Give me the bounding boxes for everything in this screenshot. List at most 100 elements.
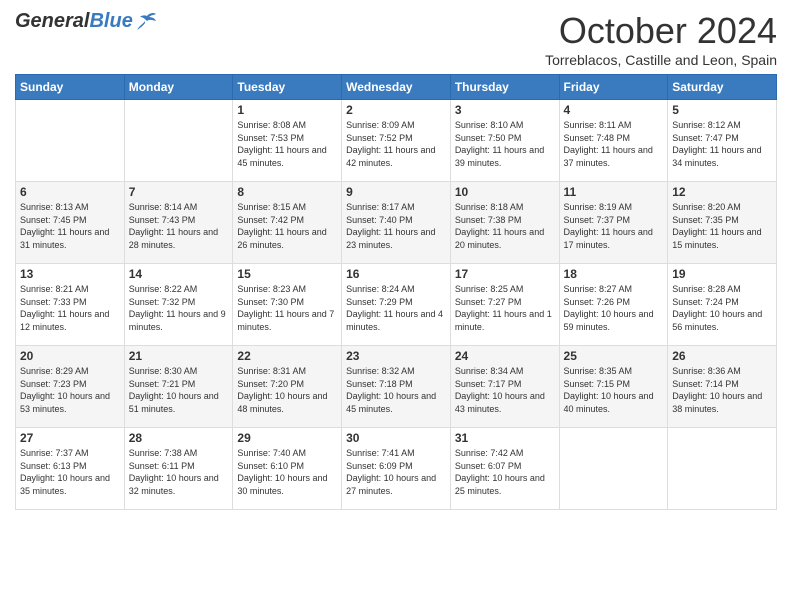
day-info: Sunrise: 8:19 AM Sunset: 7:37 PM Dayligh… [564,201,664,251]
day-info: Sunrise: 7:37 AM Sunset: 6:13 PM Dayligh… [20,447,120,497]
day-number: 27 [20,431,120,445]
day-info: Sunrise: 8:28 AM Sunset: 7:24 PM Dayligh… [672,283,772,333]
day-info: Sunrise: 7:42 AM Sunset: 6:07 PM Dayligh… [455,447,555,497]
logo-general: General [15,10,89,33]
day-number: 18 [564,267,664,281]
calendar-header-saturday: Saturday [668,75,777,100]
calendar-cell: 29 Sunrise: 7:40 AM Sunset: 6:10 PM Dayli… [233,428,342,510]
day-number: 17 [455,267,555,281]
calendar-header-friday: Friday [559,75,668,100]
calendar-cell: 9Sunrise: 8:17 AM Sunset: 7:40 PM Daylig… [342,182,451,264]
day-info: Sunrise: 8:10 AM Sunset: 7:50 PM Dayligh… [455,119,555,169]
day-info: Sunrise: 8:24 AM Sunset: 7:29 PM Dayligh… [346,283,446,333]
calendar-week-2: 6Sunrise: 8:13 AM Sunset: 7:45 PM Daylig… [16,182,777,264]
logo-bird-icon [135,12,157,32]
calendar-cell: 24 Sunrise: 8:34 AM Sunset: 7:17 PM Dayli… [450,346,559,428]
day-number: 10 [455,185,555,199]
calendar-cell: 3 Sunrise: 8:10 AM Sunset: 7:50 PM Daylig… [450,100,559,182]
day-number: 7 [129,185,229,199]
calendar-cell: 21Sunrise: 8:30 AM Sunset: 7:21 PM Dayli… [124,346,233,428]
calendar-cell: 20 Sunrise: 8:29 AM Sunset: 7:23 PM Dayli… [16,346,125,428]
day-number: 26 [672,349,772,363]
day-info: Sunrise: 8:30 AM Sunset: 7:21 PM Dayligh… [129,365,229,415]
calendar-header-tuesday: Tuesday [233,75,342,100]
day-number: 14 [129,267,229,281]
day-number: 12 [672,185,772,199]
calendar-cell: 14 Sunrise: 8:22 AM Sunset: 7:32 PM Dayli… [124,264,233,346]
calendar-cell: 18 Sunrise: 8:27 AM Sunset: 7:26 PM Dayli… [559,264,668,346]
calendar-cell: 28Sunrise: 7:38 AM Sunset: 6:11 PM Dayli… [124,428,233,510]
day-info: Sunrise: 8:12 AM Sunset: 7:47 PM Dayligh… [672,119,772,169]
day-info: Sunrise: 8:09 AM Sunset: 7:52 PM Dayligh… [346,119,446,169]
day-info: Sunrise: 8:36 AM Sunset: 7:14 PM Dayligh… [672,365,772,415]
calendar-week-5: 27 Sunrise: 7:37 AM Sunset: 6:13 PM Dayli… [16,428,777,510]
day-number: 1 [237,103,337,117]
calendar-header-row: SundayMondayTuesdayWednesdayThursdayFrid… [16,75,777,100]
calendar-cell: 17 Sunrise: 8:25 AM Sunset: 7:27 PM Dayli… [450,264,559,346]
day-number: 19 [672,267,772,281]
day-info: Sunrise: 8:25 AM Sunset: 7:27 PM Dayligh… [455,283,555,333]
day-number: 28 [129,431,229,445]
calendar-cell: 11 Sunrise: 8:19 AM Sunset: 7:37 PM Dayli… [559,182,668,264]
day-number: 11 [564,185,664,199]
day-number: 22 [237,349,337,363]
day-number: 24 [455,349,555,363]
day-info: Sunrise: 8:34 AM Sunset: 7:17 PM Dayligh… [455,365,555,415]
day-number: 5 [672,103,772,117]
logo-blue-text: Blue [89,10,132,33]
day-info: Sunrise: 8:22 AM Sunset: 7:32 PM Dayligh… [129,283,229,333]
calendar-cell: 30 Sunrise: 7:41 AM Sunset: 6:09 PM Dayli… [342,428,451,510]
day-info: Sunrise: 8:08 AM Sunset: 7:53 PM Dayligh… [237,119,337,169]
calendar-header-wednesday: Wednesday [342,75,451,100]
day-info: Sunrise: 8:29 AM Sunset: 7:23 PM Dayligh… [20,365,120,415]
calendar-cell: 5 Sunrise: 8:12 AM Sunset: 7:47 PM Daylig… [668,100,777,182]
header: General Blue October 2024 Torreblacos, C… [15,10,777,68]
calendar-cell: 15Sunrise: 8:23 AM Sunset: 7:30 PM Dayli… [233,264,342,346]
day-info: Sunrise: 7:40 AM Sunset: 6:10 PM Dayligh… [237,447,337,497]
calendar-header-sunday: Sunday [16,75,125,100]
calendar-cell: 27 Sunrise: 7:37 AM Sunset: 6:13 PM Dayli… [16,428,125,510]
calendar-cell [668,428,777,510]
day-number: 4 [564,103,664,117]
calendar-cell: 2 Sunrise: 8:09 AM Sunset: 7:52 PM Daylig… [342,100,451,182]
day-number: 23 [346,349,446,363]
day-number: 13 [20,267,120,281]
calendar-cell: 4 Sunrise: 8:11 AM Sunset: 7:48 PM Daylig… [559,100,668,182]
day-info: Sunrise: 8:27 AM Sunset: 7:26 PM Dayligh… [564,283,664,333]
day-number: 20 [20,349,120,363]
day-number: 16 [346,267,446,281]
day-number: 31 [455,431,555,445]
day-info: Sunrise: 8:31 AM Sunset: 7:20 PM Dayligh… [237,365,337,415]
calendar-week-4: 20 Sunrise: 8:29 AM Sunset: 7:23 PM Dayli… [16,346,777,428]
calendar-cell: 31 Sunrise: 7:42 AM Sunset: 6:07 PM Dayli… [450,428,559,510]
day-info: Sunrise: 8:11 AM Sunset: 7:48 PM Dayligh… [564,119,664,169]
day-info: Sunrise: 7:41 AM Sunset: 6:09 PM Dayligh… [346,447,446,497]
title-section: October 2024 Torreblacos, Castille and L… [545,10,777,68]
calendar-header-thursday: Thursday [450,75,559,100]
day-number: 3 [455,103,555,117]
calendar-cell: 25Sunrise: 8:35 AM Sunset: 7:15 PM Dayli… [559,346,668,428]
day-info: Sunrise: 8:32 AM Sunset: 7:18 PM Dayligh… [346,365,446,415]
calendar-cell: 12 Sunrise: 8:20 AM Sunset: 7:35 PM Dayli… [668,182,777,264]
day-number: 29 [237,431,337,445]
day-number: 30 [346,431,446,445]
day-number: 2 [346,103,446,117]
day-number: 8 [237,185,337,199]
calendar-cell: 26 Sunrise: 8:36 AM Sunset: 7:14 PM Dayli… [668,346,777,428]
calendar-cell: 16 Sunrise: 8:24 AM Sunset: 7:29 PM Dayli… [342,264,451,346]
month-title: October 2024 [545,10,777,52]
day-info: Sunrise: 8:35 AM Sunset: 7:15 PM Dayligh… [564,365,664,415]
calendar-cell: 13 Sunrise: 8:21 AM Sunset: 7:33 PM Dayli… [16,264,125,346]
calendar-cell: 19 Sunrise: 8:28 AM Sunset: 7:24 PM Dayli… [668,264,777,346]
day-info: Sunrise: 8:20 AM Sunset: 7:35 PM Dayligh… [672,201,772,251]
day-number: 6 [20,185,120,199]
calendar-cell: 22 Sunrise: 8:31 AM Sunset: 7:20 PM Dayli… [233,346,342,428]
calendar-cell: 7Sunrise: 8:14 AM Sunset: 7:43 PM Daylig… [124,182,233,264]
calendar-cell [16,100,125,182]
calendar-week-3: 13 Sunrise: 8:21 AM Sunset: 7:33 PM Dayli… [16,264,777,346]
day-info: Sunrise: 8:21 AM Sunset: 7:33 PM Dayligh… [20,283,120,333]
day-number: 15 [237,267,337,281]
calendar-cell: 23 Sunrise: 8:32 AM Sunset: 7:18 PM Dayli… [342,346,451,428]
day-number: 9 [346,185,446,199]
calendar-cell: 6Sunrise: 8:13 AM Sunset: 7:45 PM Daylig… [16,182,125,264]
